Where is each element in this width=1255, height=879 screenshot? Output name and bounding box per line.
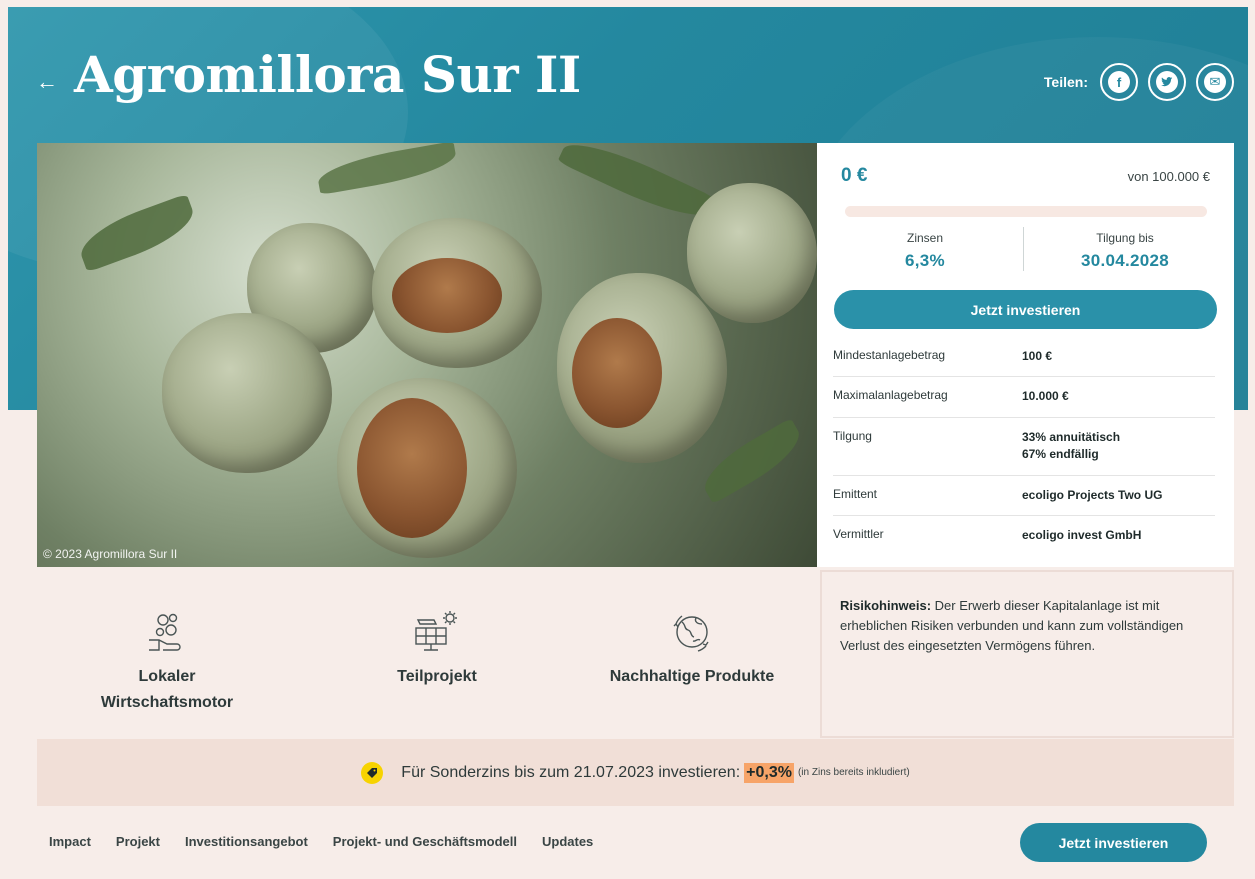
facebook-share-button[interactable]: f	[1100, 63, 1138, 101]
details-value-line: 33% annuitätisch	[1022, 429, 1121, 444]
details-row: Mindestanlagebetrag 100 €	[833, 337, 1215, 378]
mail-icon: ✉	[1204, 71, 1226, 93]
investment-card: 0 € von 100.000 € Zinsen 6,3% Tilgung bi…	[817, 143, 1234, 567]
share-label: Teilen:	[1043, 74, 1088, 90]
promo-note: (in Zins bereits inkludiert)	[797, 767, 910, 778]
details-key: Mindestanlagebetrag	[833, 348, 946, 362]
mail-share-button[interactable]: ✉	[1196, 63, 1234, 101]
feature-item: Lokaler Wirtschaftsmotor	[72, 610, 262, 715]
photo-credit: © 2023 Agromillora Sur II	[43, 547, 178, 561]
solar-panel-icon	[415, 611, 457, 651]
nav-item-impact[interactable]: Impact	[49, 834, 91, 849]
details-key: Emittent	[833, 486, 878, 501]
interest-value: 6,3%	[905, 251, 945, 270]
details-value-line: 67% endfällig	[1022, 447, 1099, 462]
share-bar: Teilen: f ✉	[1044, 63, 1234, 101]
page-frame: ← Agromillora Sur II Teilen: f ✉ © 2023 …	[8, 7, 1248, 875]
features-section: Lokaler Wirtschaftsmotor Teilprojekt Nac…	[37, 567, 817, 739]
hand-gears-icon	[149, 613, 181, 651]
funded-amount: 0 €	[841, 165, 868, 186]
feature-label: Wirtschaftsmotor	[100, 693, 234, 711]
invest-button[interactable]: Jetzt investieren	[834, 290, 1217, 329]
repayment-label: Tilgung bis	[1096, 231, 1154, 245]
details-value: 100 €	[1022, 349, 1053, 363]
page-title: Agromillora Sur II	[74, 45, 581, 104]
promo-highlight: +0,3%	[744, 762, 794, 783]
stat-divider	[1023, 227, 1024, 271]
details-row: Tilgung 33% annuitätisch 67% endfällig	[833, 418, 1215, 476]
globe-leaf-icon	[673, 615, 709, 652]
promo-text: Für Sonderzins bis zum 21.07.2023 invest…	[401, 763, 741, 781]
bottom-nav: Impact Projekt Investitionsangebot Proje…	[49, 834, 593, 849]
repayment-stat: Tilgung bis 30.04.2028	[1035, 231, 1215, 271]
nav-item-projekt[interactable]: Projekt	[116, 834, 160, 849]
details-table: Mindestanlagebetrag 100 € Maximalanlageb…	[833, 337, 1215, 555]
nav-item-investitionsangebot[interactable]: Investitionsangebot	[185, 834, 308, 849]
details-value: 10.000 €	[1022, 389, 1069, 404]
risk-label: Risikohinweis:	[840, 598, 932, 613]
feature-label: Lokaler	[138, 668, 196, 685]
details-row: Vermittler ecoligo invest GmbH	[833, 516, 1215, 555]
facebook-icon: f	[1108, 71, 1130, 93]
details-key: Tilgung	[833, 428, 872, 443]
twitter-icon	[1156, 71, 1178, 93]
details-value: ecoligo Projects Two UG	[1022, 487, 1163, 502]
bottom-invest-button[interactable]: Jetzt investieren	[1020, 823, 1207, 862]
feature-item: Teilprojekt	[342, 610, 532, 690]
details-row: Emittent ecoligo Projects Two UG	[833, 476, 1215, 516]
feature-item: Nachhaltige Produkte	[582, 610, 802, 690]
details-value: 33% annuitätisch 67% endfällig	[1022, 429, 1120, 464]
details-key: Maximalanlagebetrag	[833, 388, 948, 403]
risk-notice: Risikohinweis: Der Erwerb dieser Kapital…	[820, 570, 1234, 738]
details-key: Vermittler	[833, 526, 884, 541]
interest-label: Zinsen	[906, 231, 944, 245]
twitter-share-button[interactable]	[1148, 63, 1186, 101]
feature-label: Nachhaltige Produkte	[609, 668, 775, 685]
details-value: ecoligo invest GmbH	[1022, 527, 1142, 542]
funding-goal: von 100.000 €	[1127, 169, 1210, 184]
tag-icon	[361, 761, 384, 784]
details-row: Maximalanlagebetrag 10.000 €	[833, 377, 1215, 418]
funding-progress-bar	[845, 206, 1207, 217]
nav-item-updates[interactable]: Updates	[542, 834, 593, 849]
arrow-left-icon[interactable]: ←	[36, 69, 58, 95]
repayment-value: 30.04.2028	[1080, 251, 1170, 270]
nav-item-geschaeftsmodell[interactable]: Projekt- und Geschäftsmodell	[333, 834, 517, 849]
feature-label: Teilprojekt	[397, 668, 477, 685]
project-photo: © 2023 Agromillora Sur II	[37, 143, 817, 567]
promo-banner: Für Sonderzins bis zum 21.07.2023 invest…	[37, 739, 1234, 806]
interest-stat: Zinsen 6,3%	[835, 231, 1015, 271]
